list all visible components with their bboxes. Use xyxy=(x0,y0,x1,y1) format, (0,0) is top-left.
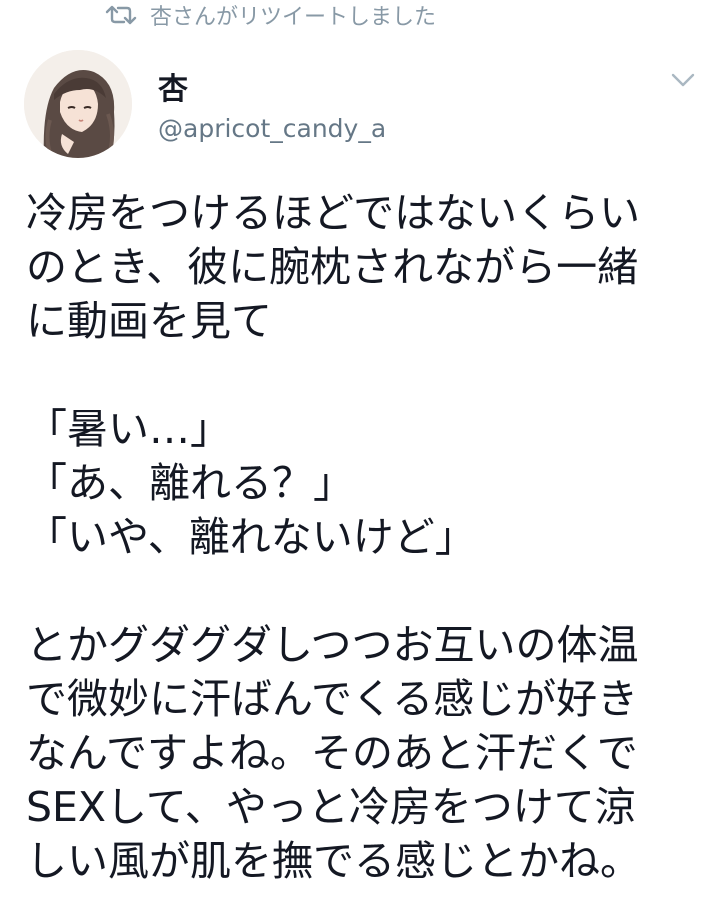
tweet-line: のとき、彼に腕枕されながら一緒 xyxy=(26,243,639,291)
user-handle[interactable]: @apricot_candy_a xyxy=(158,114,386,143)
avatar-illustration xyxy=(24,50,132,158)
avatar[interactable] xyxy=(24,50,132,158)
retweet-icon xyxy=(105,5,137,25)
tweet-line: 「暑い…」 xyxy=(26,405,231,453)
tweet-line: なんですよね。そのあと汗だくで xyxy=(26,729,638,777)
tweet-line: SEXして、やっと冷房をつけて涼 xyxy=(26,783,636,831)
retweet-banner-text: 杏さんがリツイートしました xyxy=(150,5,437,30)
tweet-text: 冷房をつけるほどではないくらい のとき、彼に腕枕されながら一緒 に動画を見て 「… xyxy=(26,186,706,888)
tweet-line: 冷房をつけるほどではないくらい xyxy=(26,189,641,237)
display-name[interactable]: 杏 xyxy=(158,64,188,108)
tweet-line: とかグダグダしつつお互いの体温 xyxy=(26,621,639,669)
tweet-line: 「あ、離れる？」 xyxy=(26,459,354,507)
tweet-line: しい風が肌を撫でる感じとかね。 xyxy=(26,837,641,885)
tweet-line: 「いや、離れないけど」 xyxy=(26,513,476,561)
chevron-down-icon[interactable] xyxy=(670,70,696,90)
retweet-banner[interactable]: 杏さんがリツイートしました xyxy=(104,0,436,30)
tweet-line: で微妙に汗ばんでくる感じが好き xyxy=(26,675,639,723)
tweet-line: に動画を見て xyxy=(26,297,272,345)
tweet-header: 杏 @apricot_candy_a xyxy=(24,50,696,162)
